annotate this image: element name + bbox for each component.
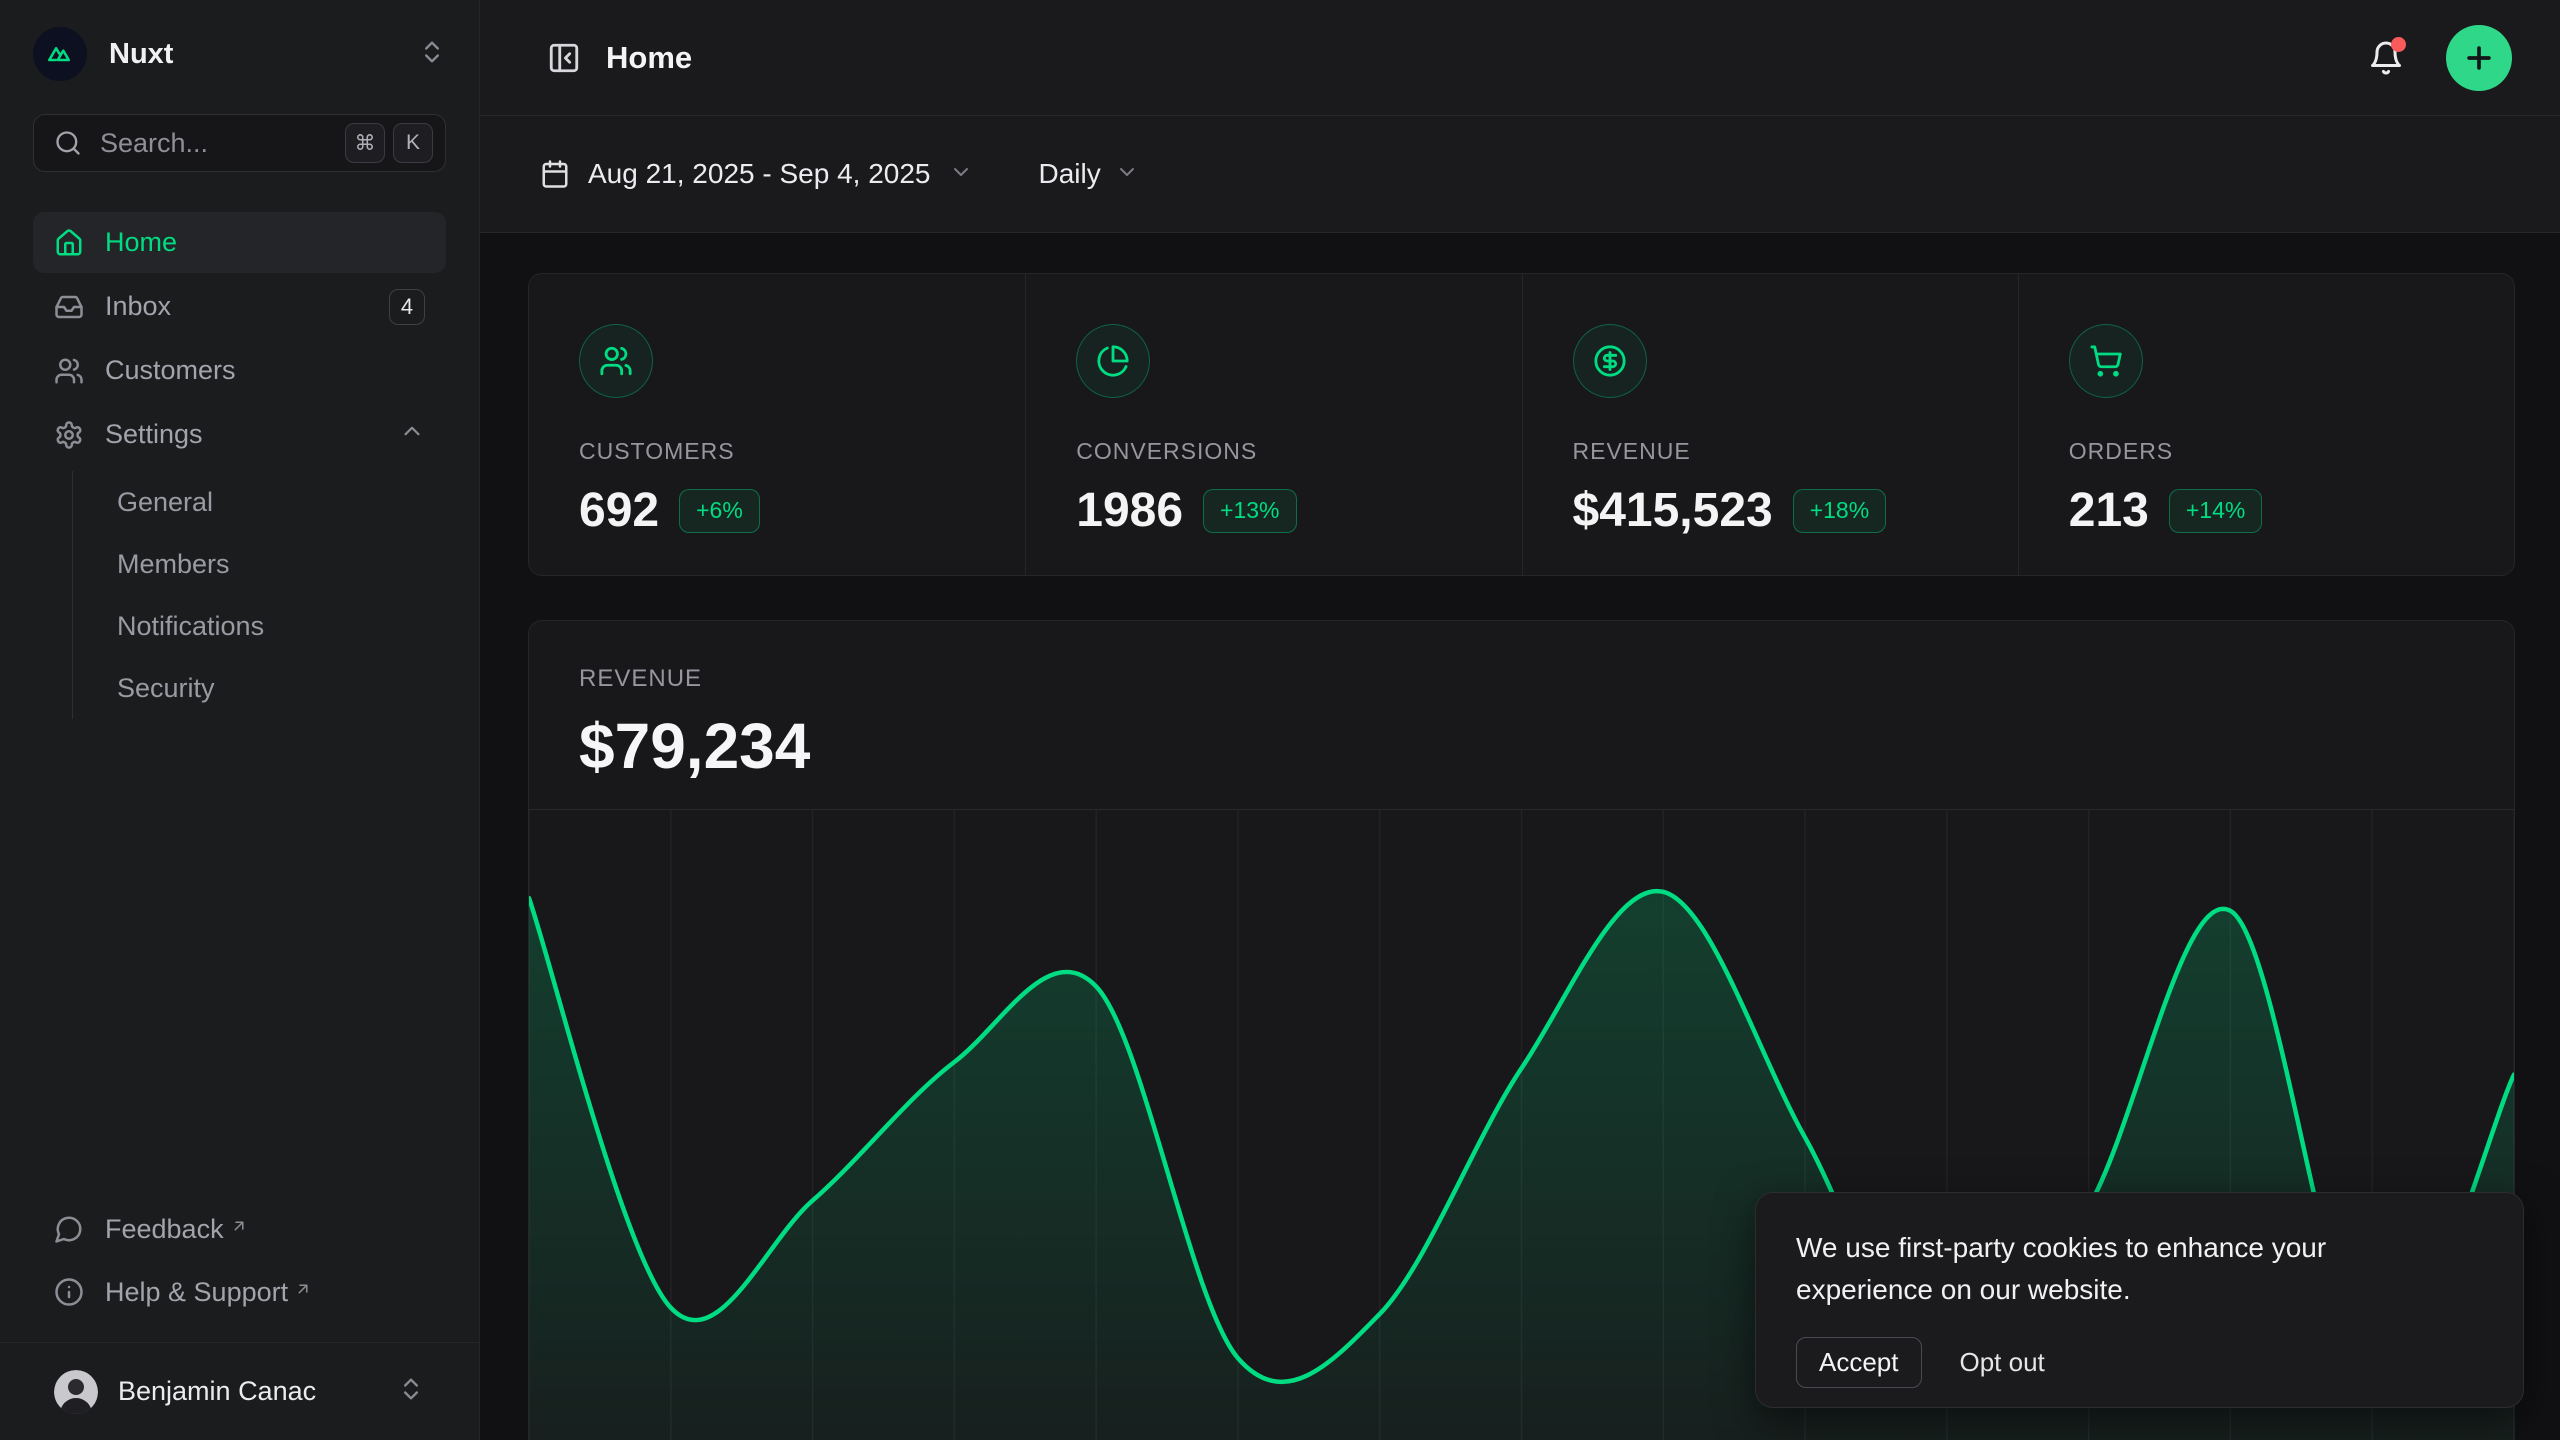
chevron-down-icon — [949, 160, 973, 189]
stat-delta-badge: +18% — [1793, 489, 1886, 533]
sidebar-spacer — [33, 719, 446, 1199]
accept-cookies-button[interactable]: Accept — [1796, 1337, 1922, 1388]
stat-value: $415,523 — [1573, 483, 1773, 538]
kbd-command: ⌘ — [345, 123, 385, 163]
sidebar-subitem-general[interactable]: General — [105, 471, 446, 533]
page-header: Home — [480, 0, 2560, 116]
sidebar-item-settings[interactable]: Settings — [33, 404, 446, 465]
side-link-label: Feedback — [105, 1214, 224, 1245]
stat-value: 692 — [579, 483, 659, 538]
sidebar-item-label: Customers — [105, 355, 236, 386]
sidebar: Nuxt ⌘ K Home — [0, 0, 480, 1440]
stat-card-orders: ORDERS 213 +14% — [2018, 274, 2514, 575]
stats-panel: CUSTOMERS 692 +6% CONVERSIONS 1986 +13% — [528, 273, 2515, 576]
stat-card-customers: CUSTOMERS 692 +6% — [529, 274, 1025, 575]
help-support-link[interactable]: Help & Support — [33, 1262, 446, 1322]
circle-dollar-icon — [1573, 324, 1647, 398]
interval-select[interactable]: Daily — [1039, 158, 1139, 190]
revenue-chart-label: REVENUE — [579, 665, 2514, 693]
external-link-icon — [230, 1211, 248, 1242]
users-icon — [54, 356, 84, 386]
optout-cookies-button[interactable]: Opt out — [1960, 1347, 2045, 1378]
sidebar-subitem-notifications[interactable]: Notifications — [105, 595, 446, 657]
pie-chart-icon — [1076, 324, 1150, 398]
search-input[interactable] — [100, 128, 337, 159]
stat-label: REVENUE — [1573, 438, 2018, 465]
unread-indicator-dot — [2391, 37, 2406, 52]
sidebar-footer-links: Feedback Help & Support — [33, 1199, 446, 1342]
cookie-actions: Accept Opt out — [1796, 1337, 2483, 1388]
plus-icon — [2462, 41, 2496, 75]
external-link-icon — [294, 1274, 312, 1305]
revenue-chart-total: $79,234 — [579, 709, 2514, 783]
subitem-label: General — [117, 487, 213, 518]
subitem-label: Members — [117, 549, 230, 580]
panel-left-close-icon — [547, 41, 581, 75]
gear-icon — [54, 420, 84, 450]
search-box[interactable]: ⌘ K — [33, 114, 446, 172]
kbd-k: K — [393, 123, 433, 163]
chevron-down-icon — [1115, 160, 1139, 189]
sidebar-item-home[interactable]: Home — [33, 212, 446, 273]
chat-bubble-icon — [54, 1214, 84, 1244]
shopping-cart-icon — [2069, 324, 2143, 398]
user-avatar — [54, 1370, 98, 1414]
notifications-button[interactable] — [2364, 36, 2408, 80]
sidebar-subitem-security[interactable]: Security — [105, 657, 446, 719]
add-button[interactable] — [2446, 25, 2512, 91]
user-menu[interactable]: Benjamin Canac — [33, 1343, 446, 1440]
page-title: Home — [606, 40, 692, 76]
stat-value: 1986 — [1076, 483, 1183, 538]
inbox-icon — [54, 292, 84, 322]
subitem-label: Security — [117, 673, 215, 704]
interval-value: Daily — [1039, 158, 1101, 190]
stat-label: CONVERSIONS — [1076, 438, 1521, 465]
dashboard-app: Nuxt ⌘ K Home — [0, 0, 2560, 1440]
user-name: Benjamin Canac — [118, 1376, 316, 1407]
calendar-icon — [540, 159, 570, 189]
sidebar-item-label: Settings — [105, 419, 203, 450]
header-actions — [2364, 25, 2512, 91]
settings-subnav: General Members Notifications Security — [72, 471, 446, 719]
info-circle-icon — [54, 1277, 84, 1307]
date-range-picker[interactable]: Aug 21, 2025 - Sep 4, 2025 — [540, 158, 973, 190]
stat-label: CUSTOMERS — [579, 438, 1025, 465]
sidebar-item-inbox[interactable]: Inbox 4 — [33, 276, 446, 337]
sidebar-item-label: Inbox — [105, 291, 171, 322]
stat-delta-badge: +14% — [2169, 489, 2262, 533]
sidebar-subitem-members[interactable]: Members — [105, 533, 446, 595]
cookie-consent-toast: We use first-party cookies to enhance yo… — [1755, 1192, 2524, 1408]
chevrons-up-down-icon — [418, 38, 446, 71]
stat-card-revenue: REVENUE $415,523 +18% — [1522, 274, 2018, 575]
sidebar-item-customers[interactable]: Customers — [33, 340, 446, 401]
filter-bar: Aug 21, 2025 - Sep 4, 2025 Daily — [480, 116, 2560, 233]
stat-delta-badge: +13% — [1203, 489, 1296, 533]
subitem-label: Notifications — [117, 611, 264, 642]
team-switcher[interactable]: Nuxt — [33, 26, 446, 82]
feedback-link[interactable]: Feedback — [33, 1199, 446, 1259]
chevrons-up-down-icon — [397, 1375, 425, 1408]
sidebar-item-label: Home — [105, 227, 177, 258]
nuxt-logo-icon — [33, 27, 87, 81]
revenue-chart-header: REVENUE $79,234 — [529, 621, 2514, 783]
stat-value: 213 — [2069, 483, 2149, 538]
stat-delta-badge: +6% — [679, 489, 760, 533]
sidebar-nav: Home Inbox 4 Customers — [33, 212, 446, 719]
search-icon — [54, 129, 82, 157]
users-icon — [579, 324, 653, 398]
chevron-up-icon — [399, 418, 425, 451]
cookie-message: We use first-party cookies to enhance yo… — [1796, 1227, 2386, 1311]
main-content: CUSTOMERS 692 +6% CONVERSIONS 1986 +13% — [480, 233, 2560, 1440]
side-link-label: Help & Support — [105, 1277, 288, 1308]
date-range-value: Aug 21, 2025 - Sep 4, 2025 — [588, 158, 931, 190]
stat-label: ORDERS — [2069, 438, 2514, 465]
stat-card-conversions: CONVERSIONS 1986 +13% — [1025, 274, 1521, 575]
sidebar-collapse-button[interactable] — [544, 38, 584, 78]
home-icon — [54, 228, 84, 258]
team-name: Nuxt — [109, 38, 173, 71]
inbox-count-badge: 4 — [389, 289, 425, 325]
